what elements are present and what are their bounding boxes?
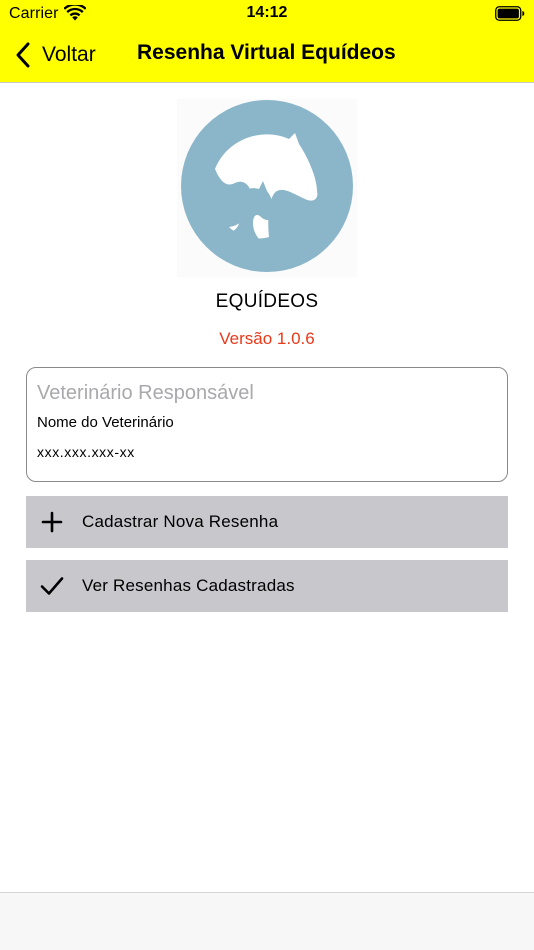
horse-heads-logo — [177, 99, 357, 277]
vet-card-placeholder: Veterinário Responsável — [37, 382, 254, 404]
back-label: Voltar — [42, 43, 96, 66]
new-resenha-button[interactable]: Cadastrar Nova Resenha — [26, 496, 508, 548]
vet-card[interactable]: Veterinário Responsável Nome do Veteriná… — [26, 367, 508, 482]
navigation-header: Carrier 14:12 Voltar Resenha Virtual Equ… — [0, 0, 534, 83]
battery-icon — [495, 6, 525, 21]
view-resenhas-button[interactable]: Ver Resenhas Cadastradas — [26, 560, 508, 612]
app-screen: Carrier 14:12 Voltar Resenha Virtual Equ… — [0, 0, 534, 950]
app-name: EQUÍDEOS — [215, 291, 319, 312]
checkmark-icon — [40, 577, 64, 595]
status-time: 14:12 — [246, 4, 288, 21]
plus-icon — [41, 511, 63, 533]
page-title: Resenha Virtual Equídeos — [137, 41, 396, 64]
vet-cpf: xxx.xxx.xxx-xx — [37, 444, 135, 460]
back-button[interactable]: Voltar — [14, 38, 96, 72]
new-resenha-label: Cadastrar Nova Resenha — [82, 512, 279, 531]
vet-name: Nome do Veterinário — [37, 414, 174, 431]
app-version: Versão 1.0.6 — [219, 329, 315, 348]
view-resenhas-label: Ver Resenhas Cadastradas — [82, 576, 295, 595]
bottom-toolbar — [0, 892, 534, 950]
chevron-left-icon — [16, 42, 30, 68]
